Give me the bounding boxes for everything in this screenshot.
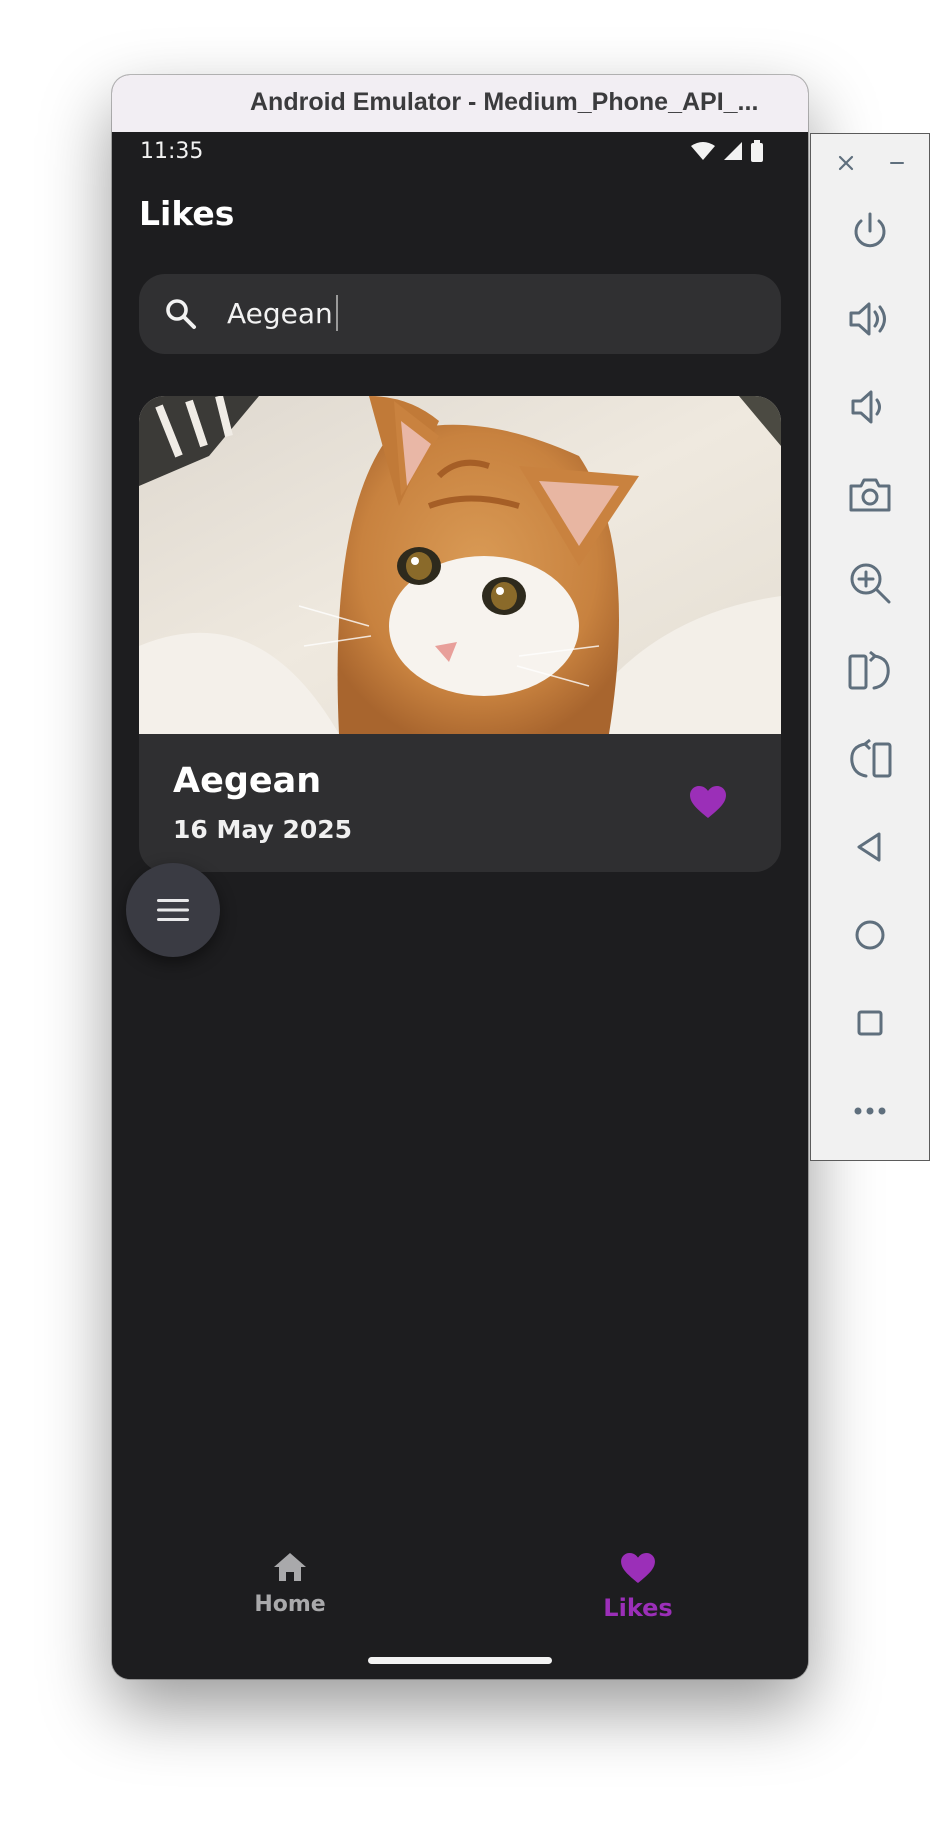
status-time: 11:35: [140, 139, 204, 164]
emulator-side-panel: [810, 133, 930, 1161]
heart-icon: [621, 1552, 655, 1584]
home-circle-icon: [855, 920, 885, 950]
back-icon: [857, 832, 881, 862]
search-text: Aegean: [227, 296, 333, 330]
more-icon: [854, 1107, 886, 1115]
side-panel-window-controls: [811, 152, 929, 182]
rotate-right-button[interactable]: [845, 734, 895, 784]
card-date: 16 May 2025: [173, 815, 353, 844]
device-screen: 11:35 Likes Aegean Aegean 16 May 2025 Ho…: [112, 132, 808, 1679]
rotate-left-button[interactable]: [845, 646, 895, 696]
nav-likes[interactable]: Likes: [558, 1552, 718, 1622]
window-titlebar[interactable]: Android Emulator - Medium_Phone_API_...: [112, 75, 808, 133]
like-button-heart-icon[interactable]: [689, 785, 727, 823]
battery-icon: [751, 140, 763, 162]
volume-up-button[interactable]: [845, 294, 895, 344]
zoom-button[interactable]: [845, 558, 895, 608]
minimize-icon[interactable]: [886, 152, 908, 178]
close-icon[interactable]: [835, 152, 857, 178]
camera-icon: [849, 478, 891, 512]
nav-home-label: Home: [254, 1592, 326, 1617]
nav-home[interactable]: Home: [210, 1552, 370, 1617]
home-button[interactable]: [845, 910, 895, 960]
wifi-icon: [691, 142, 715, 160]
volume-down-button[interactable]: [845, 382, 895, 432]
volume-down-icon: [851, 390, 881, 424]
zoom-icon: [850, 563, 891, 604]
overview-icon: [857, 1010, 883, 1036]
status-icons: [690, 140, 764, 162]
back-button[interactable]: [845, 822, 895, 872]
overview-button[interactable]: [845, 998, 895, 1048]
text-caret: [335, 295, 338, 331]
window-title: Android Emulator - Medium_Phone_API_...: [250, 88, 759, 116]
power-icon: [854, 212, 886, 248]
rotate-right-icon: [850, 738, 892, 778]
power-button[interactable]: [845, 206, 895, 256]
nav-likes-label: Likes: [603, 1594, 673, 1622]
emulator-window: Android Emulator - Medium_Phone_API_... …: [112, 75, 808, 1679]
card-title: Aegean: [173, 761, 322, 801]
more-button[interactable]: [845, 1086, 895, 1136]
rotate-left-icon: [848, 650, 890, 690]
search-icon: [163, 296, 199, 336]
page-title: Likes: [139, 194, 235, 233]
liked-item-card[interactable]: Aegean 16 May 2025: [139, 396, 781, 872]
menu-icon: [157, 899, 189, 921]
search-input[interactable]: Aegean: [139, 274, 781, 354]
search-value[interactable]: Aegean: [227, 295, 338, 331]
cat-photo: [139, 396, 781, 734]
home-icon: [274, 1553, 306, 1581]
gesture-home-indicator[interactable]: [368, 1657, 552, 1664]
screenshot-button[interactable]: [845, 470, 895, 520]
volume-up-icon: [849, 302, 886, 336]
signal-icon: [724, 142, 742, 160]
menu-fab-button[interactable]: [126, 863, 220, 957]
